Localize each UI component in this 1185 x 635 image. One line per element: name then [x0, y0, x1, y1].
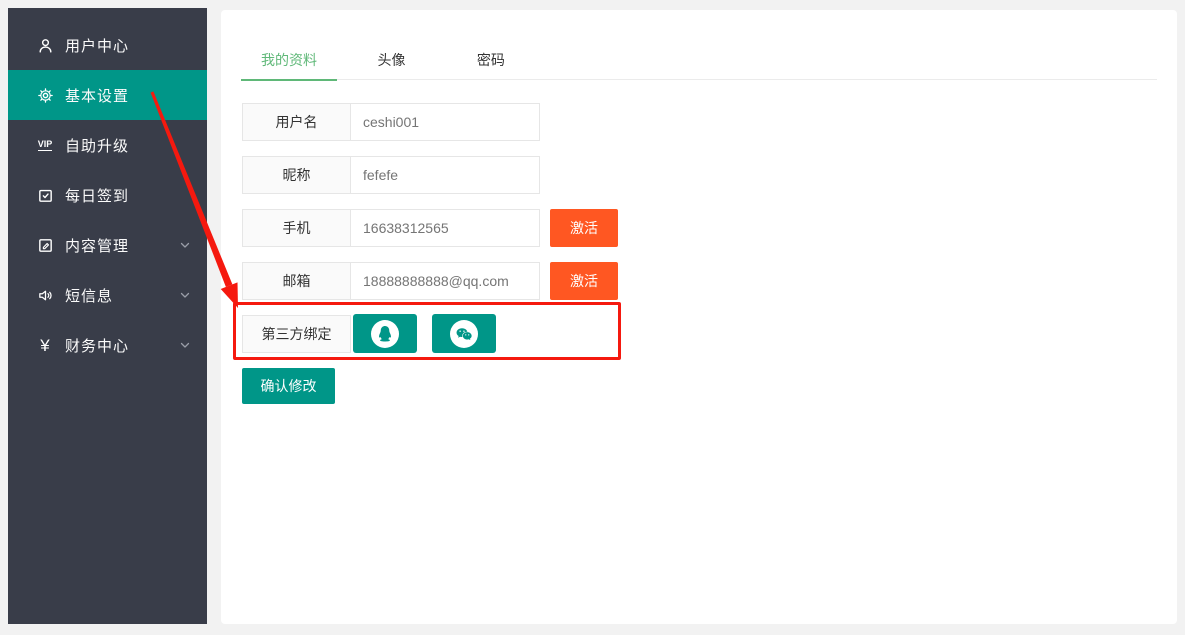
sidebar-item-label: 短信息 [65, 285, 113, 306]
field-label: 第三方绑定 [242, 315, 351, 353]
sidebar-menu: 用户中心 基本设置 VIP 自助升级 每日签到 内容管理 [8, 8, 207, 370]
tab-label: 头像 [377, 52, 405, 68]
wechat-icon [450, 320, 478, 348]
form-row-nickname: 昵称 [242, 156, 540, 194]
content-icon [35, 236, 55, 254]
tab-my-profile[interactable]: 我的资料 [241, 40, 337, 80]
bind-qq-button[interactable] [353, 314, 417, 353]
sidebar-item-label: 内容管理 [65, 235, 129, 256]
sidebar-item-label: 基本设置 [65, 85, 129, 106]
sidebar-item-label: 每日签到 [65, 185, 129, 206]
user-icon [35, 36, 55, 54]
sidebar-item-label: 自助升级 [65, 135, 129, 156]
sidebar-item-daily-checkin[interactable]: 每日签到 [8, 170, 207, 220]
active-tab-underline [241, 79, 337, 81]
confirm-modify-button[interactable]: 确认修改 [242, 368, 335, 404]
tab-password[interactable]: 密码 [446, 40, 536, 80]
sidebar-item-upgrade[interactable]: VIP 自助升级 [8, 120, 207, 170]
tab-label: 密码 [477, 52, 505, 68]
nickname-field[interactable] [350, 156, 540, 194]
sidebar-item-label: 用户中心 [65, 35, 129, 56]
gear-icon [35, 86, 55, 104]
form-row-email: 邮箱 激活 [242, 262, 618, 300]
email-field[interactable] [350, 262, 540, 300]
bind-wechat-button[interactable] [432, 314, 496, 353]
field-label: 邮箱 [242, 262, 351, 300]
speaker-icon [35, 286, 55, 304]
field-label: 手机 [242, 209, 351, 247]
form-row-third-party-binding: 第三方绑定 [242, 315, 496, 353]
sidebar: 用户中心 基本设置 VIP 自助升级 每日签到 内容管理 [8, 8, 207, 624]
qq-icon [371, 320, 399, 348]
yen-icon: ¥ [35, 336, 55, 354]
form-row-username: 用户名 [242, 103, 540, 141]
sidebar-item-content-management[interactable]: 内容管理 [8, 220, 207, 270]
tab-avatar[interactable]: 头像 [341, 40, 441, 80]
field-label: 用户名 [242, 103, 351, 141]
sidebar-item-finance-center[interactable]: ¥ 财务中心 [8, 320, 207, 370]
main-panel: 我的资料 头像 密码 用户名 昵称 手机 激活 邮箱 激活 第三方绑定 [221, 10, 1177, 624]
sidebar-item-basic-settings[interactable]: 基本设置 [8, 70, 207, 120]
username-field[interactable] [350, 103, 540, 141]
checkin-icon [35, 186, 55, 204]
sidebar-item-sms[interactable]: 短信息 [8, 270, 207, 320]
chevron-down-icon [179, 239, 191, 251]
activate-email-button[interactable]: 激活 [550, 262, 618, 300]
page: { "colors": { "page_bg": "#F2F2F2", "sid… [0, 0, 1185, 635]
sidebar-item-label: 财务中心 [65, 335, 129, 356]
phone-field[interactable] [350, 209, 540, 247]
field-label: 昵称 [242, 156, 351, 194]
activate-phone-button[interactable]: 激活 [550, 209, 618, 247]
tab-bar: 我的资料 头像 密码 [241, 40, 1157, 80]
chevron-down-icon [179, 289, 191, 301]
form-row-phone: 手机 激活 [242, 209, 618, 247]
chevron-down-icon [179, 339, 191, 351]
tab-label: 我的资料 [261, 52, 317, 68]
vip-icon: VIP [35, 136, 55, 154]
sidebar-item-user-center[interactable]: 用户中心 [8, 20, 207, 70]
